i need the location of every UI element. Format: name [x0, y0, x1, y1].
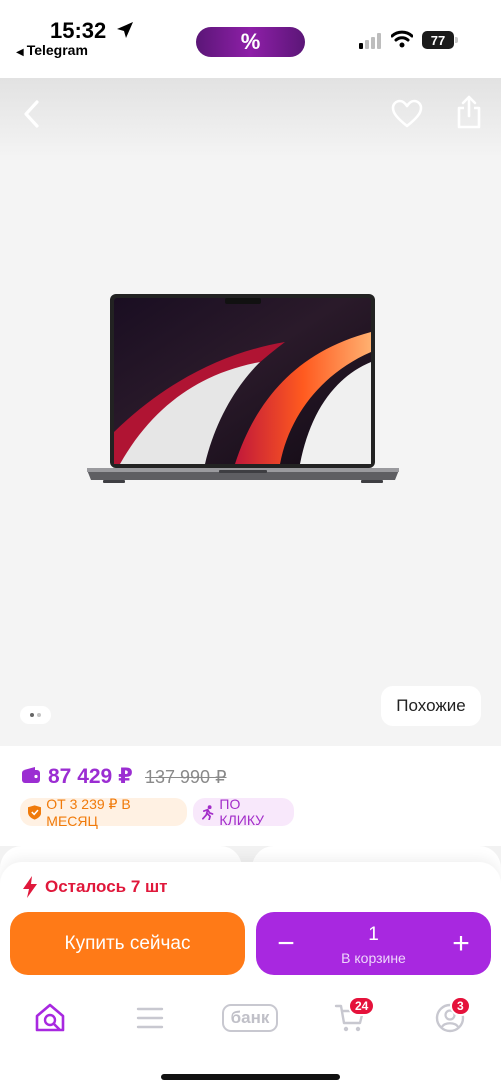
pagination-dot-active [30, 713, 34, 717]
back-to-app-link[interactable]: ◀ Telegram [16, 42, 88, 58]
favorite-button[interactable] [389, 96, 425, 132]
location-arrow-icon [117, 22, 133, 38]
gallery-top-shade [0, 78, 501, 158]
bottom-tab-bar: банк 24 3 [0, 992, 501, 1090]
promo-pill[interactable]: % [196, 27, 305, 57]
one-click-chip[interactable]: ПО КЛИКУ [193, 796, 294, 828]
quantity-value: 1 [368, 924, 379, 945]
one-click-label: ПО КЛИКУ [219, 796, 265, 828]
product-gallery[interactable]: Похожие [0, 78, 501, 746]
heart-icon [391, 99, 423, 128]
gallery-pagination [20, 706, 51, 724]
decrease-quantity-button[interactable]: − [256, 912, 316, 975]
installment-chip[interactable]: ОТ 3 239 ₽ В МЕСЯЦ [20, 795, 187, 829]
home-search-icon [35, 1003, 65, 1032]
product-image-laptop [87, 294, 399, 483]
shield-icon [28, 804, 42, 820]
share-icon [457, 95, 481, 129]
tab-catalog[interactable] [128, 1000, 172, 1036]
similar-products-button[interactable]: Похожие [381, 686, 481, 726]
buy-now-button[interactable]: Купить сейчас [10, 912, 245, 975]
wifi-icon [391, 30, 413, 48]
share-button[interactable] [451, 94, 487, 130]
increase-quantity-button[interactable]: + [431, 912, 491, 975]
battery-indicator: 77 [422, 31, 454, 49]
stock-remaining: Осталось 7 шт [45, 877, 168, 896]
current-price: 87 429 ₽ [48, 765, 133, 788]
bank-label: банк [221, 1004, 279, 1032]
old-price: 137 990 ₽ [145, 767, 227, 787]
product-page: 15:32 ◀ Telegram % 77 Похожие 87 429 ₽ 1… [0, 0, 501, 1090]
back-button[interactable] [14, 96, 50, 132]
profile-badge: 3 [450, 996, 471, 1016]
status-time: 15:32 [50, 18, 107, 43]
home-indicator [161, 1074, 340, 1080]
purchase-sheet: Осталось 7 шт Купить сейчас − 1 В корзин… [0, 862, 501, 992]
lightning-icon [23, 876, 37, 898]
menu-lines-icon [136, 1007, 164, 1029]
running-person-icon [202, 804, 214, 820]
tab-home-search[interactable] [28, 1000, 72, 1036]
price-block: 87 429 ₽ 137 990 ₽ ОТ 3 239 ₽ В МЕСЯЦ ПО… [0, 746, 501, 846]
in-cart-label: В корзине [341, 950, 406, 966]
status-bar: 15:32 ◀ Telegram % 77 [0, 0, 501, 78]
battery-tip [455, 37, 458, 43]
pagination-dot [37, 713, 41, 717]
cart-quantity-control: − 1 В корзине + [256, 912, 491, 975]
chevron-left-icon [24, 100, 39, 128]
cart-badge: 24 [348, 996, 376, 1016]
tab-bank[interactable]: банк [220, 1000, 280, 1036]
cellular-signal-icon [359, 33, 381, 49]
wallet-icon [22, 767, 40, 783]
installment-label: ОТ 3 239 ₽ В МЕСЯЦ [46, 795, 131, 829]
back-app-label: Telegram [26, 42, 88, 58]
